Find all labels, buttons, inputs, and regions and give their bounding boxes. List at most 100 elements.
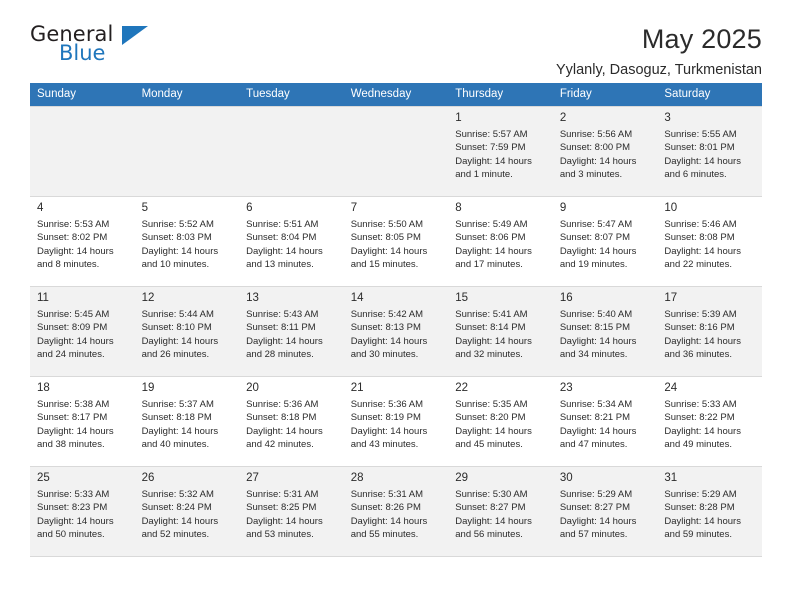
calendar-day-cell[interactable]: 15 Sunrise: 5:41 AM Sunset: 8:14 PM Dayligh… [448,286,553,377]
calendar-day-cell[interactable]: 30 Sunrise: 5:29 AM Sunset: 8:27 PM Dayligh… [552,466,658,557]
calendar-day-cell[interactable]: 5 Sunrise: 5:52 AM Sunset: 8:03 PM Daylight… [134,196,240,287]
calendar-day-cell[interactable]: 17 Sunrise: 5:39 AM Sunset: 8:16 PM Dayligh… [657,286,762,377]
calendar-day-cell[interactable]: 13 Sunrise: 5:43 AM Sunset: 8:11 PM Dayligh… [239,286,344,377]
day-daylight1-text: Daylight: 14 hours [664,515,741,527]
day-number: 4 [37,202,44,214]
day-number: 12 [141,292,155,304]
day-sunset-text: Sunset: 8:10 PM [141,322,212,334]
day-details: Sunrise: 5:30 AM Sunset: 8:27 PM Daylight:… [455,488,547,541]
day-number: 31 [664,472,678,484]
day-details: Sunrise: 5:34 AM Sunset: 8:21 PM Daylight:… [560,398,652,451]
calendar-day-cell[interactable]: 23 Sunrise: 5:34 AM Sunset: 8:21 PM Dayligh… [552,376,658,467]
day-sunrise-text: Sunrise: 5:33 AM [37,489,110,500]
calendar-day-cell[interactable]: 2 Sunrise: 5:56 AM Sunset: 8:00 PM Daylight… [552,106,658,197]
day-daylight1-text: Daylight: 14 hours [455,155,532,167]
logo-text-blue: Blue [59,41,106,65]
day-number: 29 [455,472,469,484]
day-details: Sunrise: 5:33 AM Sunset: 8:23 PM Daylight:… [37,488,129,541]
day-number: 9 [559,202,567,214]
title-block: May 2025 Yylanly, Dasoguz, Turkmenistan [556,22,762,80]
day-details: Sunrise: 5:37 AM Sunset: 8:18 PM Daylight:… [142,398,234,451]
day-daylight2-text: and 24 minutes. [37,348,105,360]
day-details: Sunrise: 5:31 AM Sunset: 8:26 PM Daylight:… [351,488,443,541]
day-daylight2-text: and 17 minutes. [455,258,523,270]
calendar-day-cell[interactable]: 29 Sunrise: 5:30 AM Sunset: 8:27 PM Dayligh… [448,466,553,557]
calendar-day-cell[interactable]: 25 Sunrise: 5:33 AM Sunset: 8:23 PM Dayligh… [30,466,135,557]
day-sunrise-text: Sunrise: 5:46 AM [664,219,737,230]
day-daylight1-text: Daylight: 14 hours [559,425,637,437]
day-sunset-text: Sunset: 8:15 PM [559,322,631,334]
calendar-day-cell[interactable]: 7 Sunrise: 5:50 AM Sunset: 8:05 PM Daylight… [343,196,449,287]
day-sunrise-text: Sunrise: 5:51 AM [246,219,319,230]
calendar-day-cell[interactable]: 26 Sunrise: 5:32 AM Sunset: 8:24 PM Dayligh… [134,466,240,557]
day-details: Sunrise: 5:43 AM Sunset: 8:11 PM Daylight:… [246,308,338,361]
calendar-day-cell[interactable]: 8 Sunrise: 5:49 AM Sunset: 8:06 PM Daylight… [448,196,553,287]
calendar-week-row: 25 Sunrise: 5:33 AM Sunset: 8:23 PM Dayligh… [30,466,762,557]
day-number: 17 [664,292,678,304]
calendar-day-cell[interactable]: 4 Sunrise: 5:53 AM Sunset: 8:02 PM Daylight… [30,196,135,287]
calendar-day-cell[interactable]: 18 Sunrise: 5:38 AM Sunset: 8:17 PM Dayligh… [30,376,135,467]
day-sunset-text: Sunset: 8:16 PM [664,322,735,334]
day-daylight2-text: and 1 minute. [455,168,513,180]
day-daylight1-text: Daylight: 14 hours [664,155,741,167]
calendar-day-cell[interactable]: 19 Sunrise: 5:37 AM Sunset: 8:18 PM Dayligh… [134,376,240,467]
calendar-day-cell[interactable]: 20 Sunrise: 5:36 AM Sunset: 8:18 PM Dayligh… [239,376,344,467]
day-sunset-text: Sunset: 8:21 PM [559,412,631,424]
triangle-icon [122,26,148,45]
weekday-header-saturday: Saturday [657,83,762,107]
day-number: 1 [455,112,462,124]
day-daylight2-text: and 26 minutes. [141,348,210,360]
day-sunrise-text: Sunrise: 5:42 AM [350,309,424,320]
calendar-day-cell[interactable]: 6 Sunrise: 5:51 AM Sunset: 8:04 PM Daylight… [239,196,344,287]
day-number: 25 [37,472,50,484]
day-daylight2-text: and 15 minutes. [350,258,419,270]
calendar-day-cell[interactable]: 16 Sunrise: 5:40 AM Sunset: 8:15 PM Dayligh… [552,286,658,377]
day-details: Sunrise: 5:51 AM Sunset: 8:04 PM Daylight:… [246,218,338,271]
general-blue-logo[interactable]: General Blue [30,22,148,74]
calendar-day-cell[interactable]: 11 Sunrise: 5:45 AM Sunset: 8:09 PM Dayligh… [30,286,135,377]
calendar-day-cell[interactable]: 10 Sunrise: 5:46 AM Sunset: 8:08 PM Dayligh… [657,196,762,287]
day-number: 5 [141,202,148,214]
day-number: 26 [141,472,155,484]
weekday-header-friday: Friday [552,83,658,107]
day-details: Sunrise: 5:38 AM Sunset: 8:17 PM Daylight:… [37,398,129,451]
day-sunrise-text: Sunrise: 5:31 AM [246,489,319,500]
calendar-day-cell[interactable]: 28 Sunrise: 5:31 AM Sunset: 8:26 PM Dayligh… [343,466,449,557]
day-number: 20 [246,382,259,394]
day-number: 28 [350,472,364,484]
day-sunrise-text: Sunrise: 5:31 AM [350,489,424,500]
day-daylight2-text: and 38 minutes. [37,438,105,450]
calendar-day-cell[interactable]: 27 Sunrise: 5:31 AM Sunset: 8:25 PM Dayligh… [239,466,344,557]
day-details: Sunrise: 5:45 AM Sunset: 8:09 PM Daylight:… [37,308,129,361]
day-details: Sunrise: 5:33 AM Sunset: 8:22 PM Daylight:… [664,398,756,451]
calendar-day-cell[interactable]: 22 Sunrise: 5:35 AM Sunset: 8:20 PM Dayligh… [448,376,553,467]
calendar-day-cell[interactable]: 9 Sunrise: 5:47 AM Sunset: 8:07 PM Daylight… [552,196,658,287]
calendar-day-cell[interactable]: 1 Sunrise: 5:57 AM Sunset: 7:59 PM Daylight… [448,106,553,197]
calendar-day-cell-empty [30,106,135,197]
day-daylight2-text: and 42 minutes. [246,438,314,450]
day-sunset-text: Sunset: 8:11 PM [246,322,316,334]
weekday-header-monday: Monday [134,83,240,107]
day-number: 30 [559,472,573,484]
day-daylight2-text: and 49 minutes. [664,438,732,450]
calendar-day-cell[interactable]: 24 Sunrise: 5:33 AM Sunset: 8:22 PM Dayligh… [657,376,762,467]
day-daylight2-text: and 43 minutes. [350,438,419,450]
day-daylight1-text: Daylight: 14 hours [141,335,219,347]
day-sunset-text: Sunset: 8:01 PM [664,142,735,154]
calendar-day-cell[interactable]: 3 Sunrise: 5:55 AM Sunset: 8:01 PM Daylight… [657,106,762,197]
day-number: 16 [559,292,573,304]
calendar-day-cell[interactable]: 31 Sunrise: 5:29 AM Sunset: 8:28 PM Dayligh… [657,466,762,557]
day-sunset-text: Sunset: 8:00 PM [559,142,631,154]
day-sunset-text: Sunset: 8:09 PM [37,322,108,334]
weekday-header-tuesday: Tuesday [239,83,344,107]
day-daylight1-text: Daylight: 14 hours [350,515,428,527]
calendar-day-cell[interactable]: 14 Sunrise: 5:42 AM Sunset: 8:13 PM Dayligh… [343,286,449,377]
day-sunrise-text: Sunrise: 5:35 AM [455,399,528,410]
calendar-week-row: 1 Sunrise: 5:57 AM Sunset: 7:59 PM Daylight… [30,106,762,197]
day-sunrise-text: Sunrise: 5:40 AM [559,309,633,320]
day-daylight1-text: Daylight: 14 hours [664,245,741,257]
calendar-day-cell[interactable]: 21 Sunrise: 5:36 AM Sunset: 8:19 PM Dayligh… [343,376,449,467]
calendar-day-cell[interactable]: 12 Sunrise: 5:44 AM Sunset: 8:10 PM Dayligh… [134,286,240,377]
day-details: Sunrise: 5:36 AM Sunset: 8:18 PM Daylight:… [246,398,338,451]
day-sunrise-text: Sunrise: 5:50 AM [350,219,424,230]
